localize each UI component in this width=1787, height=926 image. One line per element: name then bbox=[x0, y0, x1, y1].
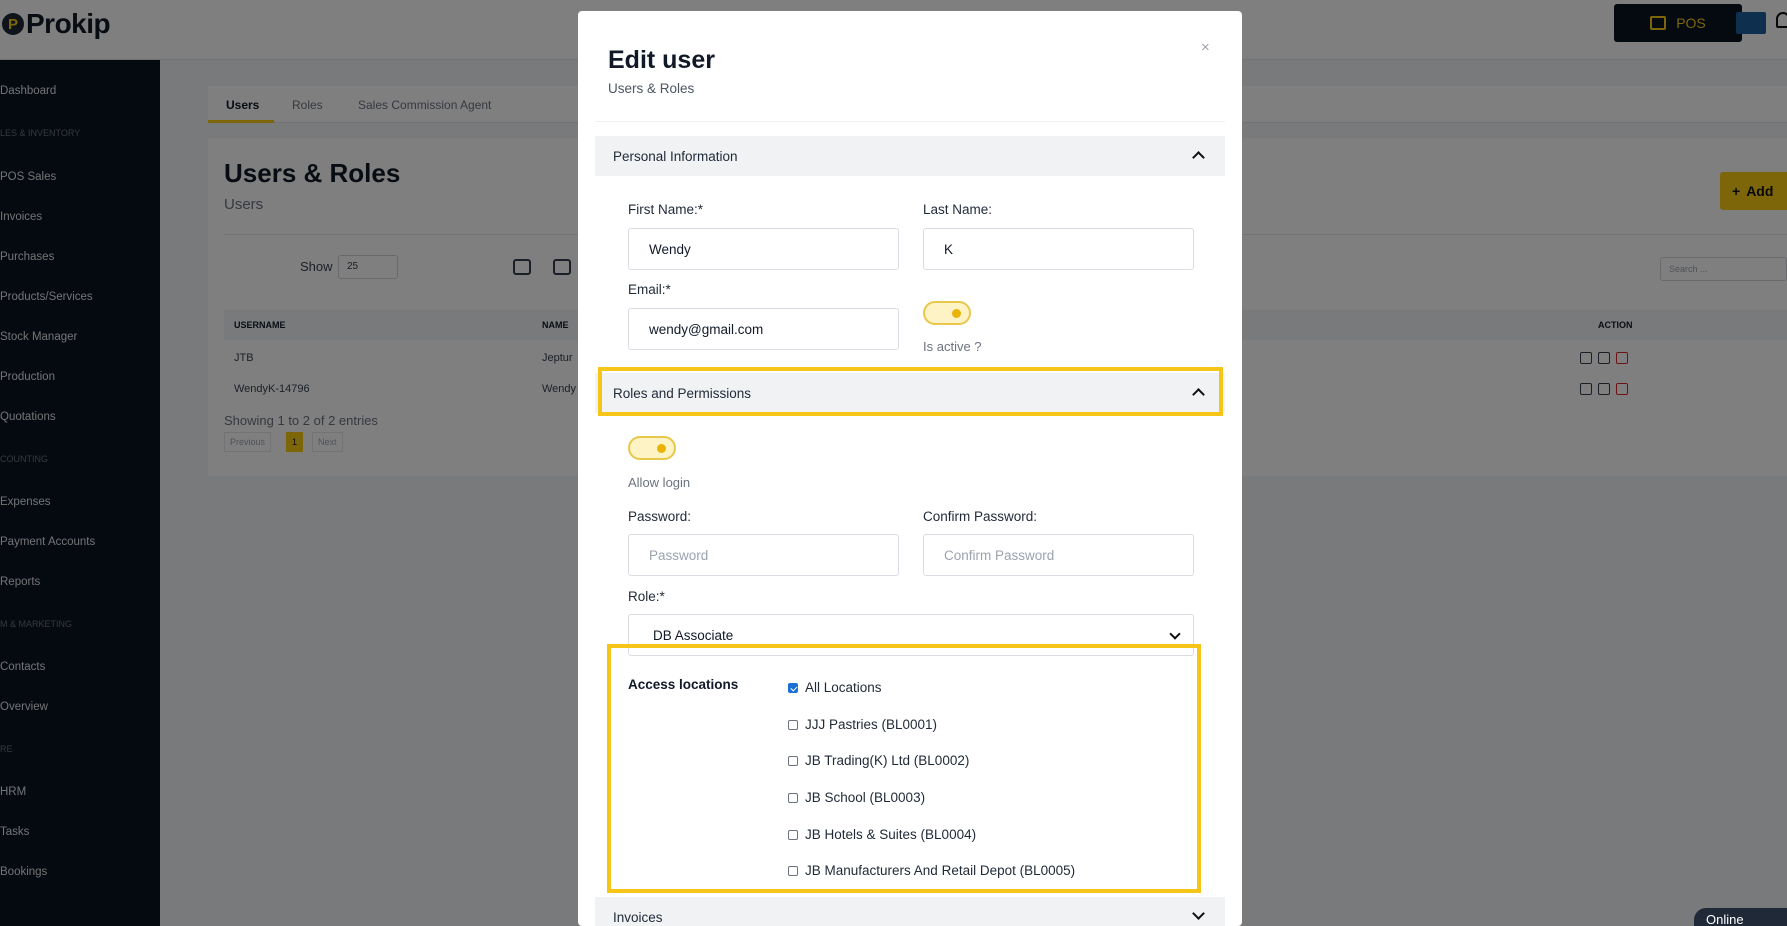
password-field[interactable]: Password bbox=[628, 534, 899, 576]
location-bl0004[interactable]: JB Hotels & Suites (BL0004) bbox=[788, 827, 976, 842]
password-label: Password: bbox=[628, 509, 692, 524]
location-label: JB Trading(K) Ltd (BL0002) bbox=[805, 753, 970, 768]
is-active-toggle[interactable] bbox=[923, 301, 971, 325]
email-field[interactable]: wendy@gmail.com bbox=[628, 308, 899, 350]
section-title: Invoices bbox=[613, 909, 663, 925]
first-name-field[interactable]: Wendy bbox=[628, 228, 899, 270]
role-label: Role:* bbox=[628, 589, 665, 604]
modal-divider bbox=[595, 121, 1225, 122]
edit-user-modal: Edit user Users & Roles × Personal Infor… bbox=[578, 11, 1242, 926]
email-label: Email:* bbox=[628, 282, 671, 297]
is-active-label: Is active ? bbox=[923, 339, 982, 354]
toggle-knob bbox=[952, 309, 961, 318]
location-bl0002[interactable]: JB Trading(K) Ltd (BL0002) bbox=[788, 753, 969, 768]
allow-login-label: Allow login bbox=[628, 475, 691, 490]
location-label: JB School (BL0003) bbox=[805, 790, 926, 805]
access-locations-label: Access locations bbox=[628, 677, 739, 692]
first-name-label: First Name:* bbox=[628, 202, 704, 217]
online-status-badge: Online bbox=[1694, 908, 1787, 926]
role-value: DB Associate bbox=[653, 627, 734, 643]
last-name-field[interactable]: K bbox=[923, 228, 1194, 270]
checkbox[interactable] bbox=[788, 829, 798, 840]
location-bl0005[interactable]: JB Manufacturers And Retail Depot (BL000… bbox=[788, 863, 1075, 878]
location-label: JJJ Pastries (BL0001) bbox=[805, 717, 938, 732]
invoices-header[interactable]: Invoices bbox=[595, 897, 1225, 926]
section-title: Roles and Permissions bbox=[613, 385, 752, 401]
checkbox[interactable] bbox=[788, 719, 798, 730]
location-label: JB Hotels & Suites (BL0004) bbox=[805, 827, 977, 842]
section-title: Personal Information bbox=[613, 148, 738, 164]
modal-title: Edit user bbox=[608, 46, 715, 74]
last-name-label: Last Name: bbox=[923, 202, 993, 217]
personal-information-header[interactable]: Personal Information bbox=[595, 136, 1225, 176]
location-label: JB Manufacturers And Retail Depot (BL000… bbox=[805, 863, 1076, 878]
chevron-down-icon bbox=[1192, 907, 1205, 920]
location-all-locations[interactable]: All Locations bbox=[788, 680, 882, 695]
checkbox[interactable] bbox=[788, 865, 798, 876]
location-label: All Locations bbox=[805, 680, 882, 695]
allow-login-toggle[interactable] bbox=[628, 436, 676, 460]
chevron-up-icon bbox=[1192, 388, 1205, 401]
close-icon[interactable]: × bbox=[1201, 39, 1210, 56]
roles-permissions-header[interactable]: Roles and Permissions bbox=[595, 373, 1225, 413]
location-bl0001[interactable]: JJJ Pastries (BL0001) bbox=[788, 717, 937, 732]
checkbox[interactable] bbox=[788, 792, 798, 803]
chevron-down-icon bbox=[1169, 628, 1181, 640]
toggle-knob bbox=[657, 444, 666, 453]
confirm-password-label: Confirm Password: bbox=[923, 509, 1038, 524]
modal-subtitle: Users & Roles bbox=[608, 81, 695, 96]
location-bl0003[interactable]: JB School (BL0003) bbox=[788, 790, 925, 805]
checkbox[interactable] bbox=[788, 755, 798, 766]
confirm-password-field[interactable]: Confirm Password bbox=[923, 534, 1194, 576]
chevron-up-icon bbox=[1192, 151, 1205, 164]
checkbox-checked[interactable] bbox=[788, 682, 798, 693]
role-select[interactable]: DB Associate bbox=[628, 614, 1194, 656]
